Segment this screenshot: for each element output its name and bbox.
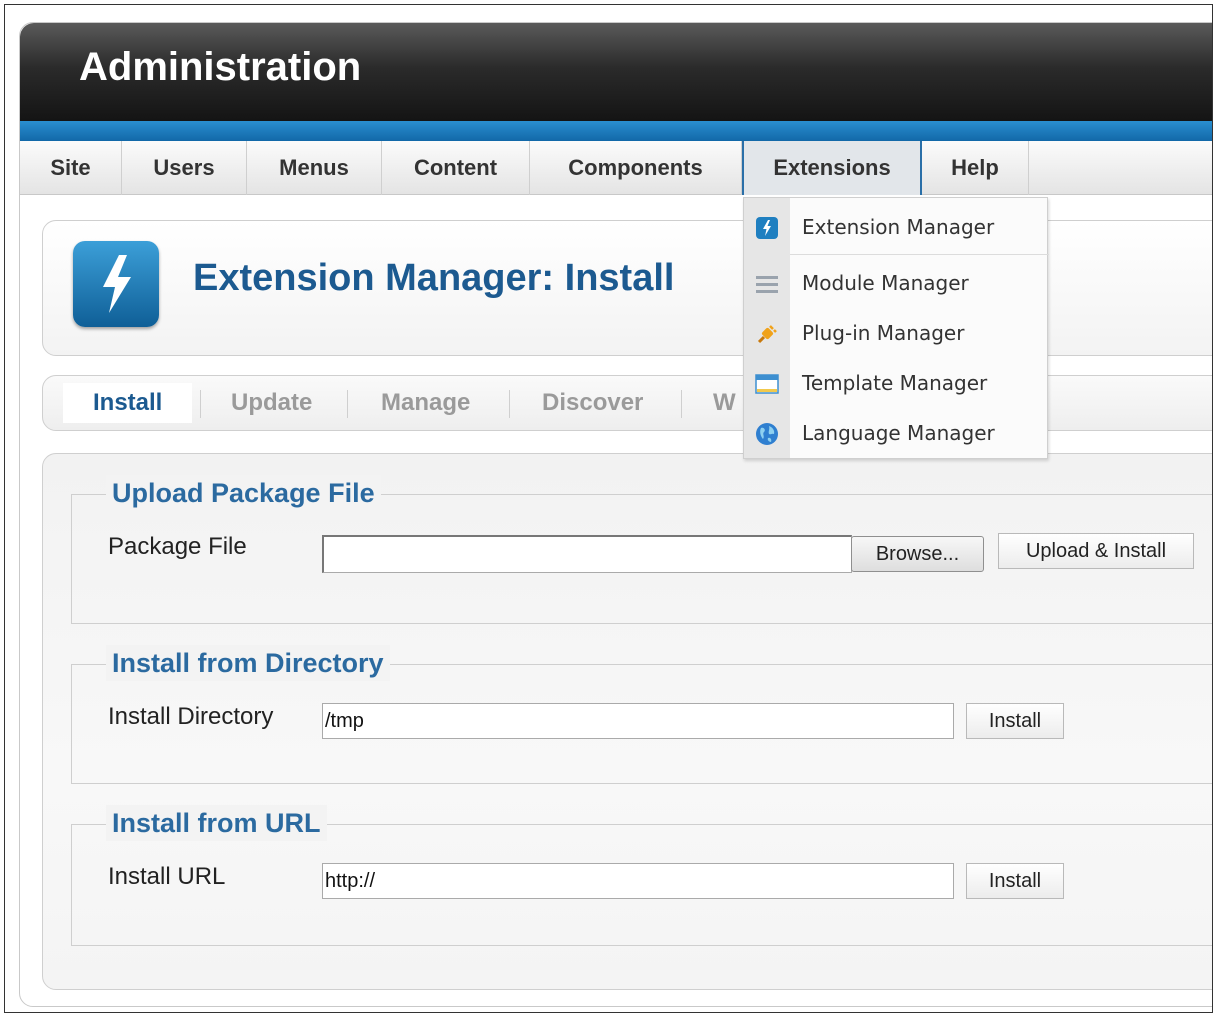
dropdown-item-extension-manager[interactable]: Extension Manager [744, 202, 1047, 252]
upload-install-button[interactable]: Upload & Install [998, 533, 1194, 569]
directory-legend: Install from Directory [106, 645, 390, 681]
upload-package-section: Upload Package File Package File Browse.… [71, 475, 1212, 624]
package-file-input[interactable] [322, 535, 852, 573]
header-title: Administration [79, 45, 362, 89]
tab-divider [681, 390, 682, 418]
globe-icon [755, 422, 779, 446]
admin-panel: Administration Site Users Menus Content … [19, 22, 1212, 1007]
menu-users[interactable]: Users [122, 141, 247, 195]
tab-install[interactable]: Install [63, 383, 193, 423]
install-url-button[interactable]: Install [966, 863, 1064, 899]
list-icon [755, 272, 779, 296]
install-content: Upload Package File Package File Browse.… [42, 453, 1212, 990]
install-directory-section: Install from Directory Install Directory… [71, 645, 1212, 784]
admin-header: Administration [20, 23, 1212, 121]
menu-components[interactable]: Components [530, 141, 742, 195]
package-file-label: Package File [108, 533, 247, 560]
menu-help[interactable]: Help [922, 141, 1029, 195]
menu-site[interactable]: Site [20, 141, 122, 195]
dropdown-label: Module Manager [802, 271, 969, 295]
install-url-section: Install from URL Install URL http:// Ins… [71, 805, 1212, 946]
window-icon [755, 372, 779, 396]
install-url-label: Install URL [108, 863, 226, 890]
tab-divider [200, 390, 201, 418]
dropdown-label: Template Manager [802, 371, 988, 395]
menu-menus[interactable]: Menus [247, 141, 382, 195]
tab-manage[interactable]: Manage [381, 383, 470, 423]
plug-icon [755, 322, 779, 346]
extensions-dropdown: Extension Manager Module Manager Plug-in… [743, 197, 1049, 459]
install-directory-input[interactable]: /tmp [322, 703, 954, 739]
tab-discover[interactable]: Discover [542, 383, 643, 423]
install-url-input[interactable]: http:// [322, 863, 954, 899]
tab-partial[interactable]: W [713, 383, 736, 423]
screenshot-frame: Administration Site Users Menus Content … [4, 4, 1213, 1013]
dropdown-item-language-manager[interactable]: Language Manager [744, 408, 1047, 458]
dropdown-label: Extension Manager [802, 215, 995, 239]
header-accent-bar [20, 121, 1212, 141]
menu-extensions[interactable]: Extensions [742, 141, 922, 195]
upload-legend: Upload Package File [106, 475, 381, 511]
dropdown-item-module-manager[interactable]: Module Manager [744, 258, 1047, 308]
browse-button[interactable]: Browse... [851, 536, 984, 572]
tab-divider [509, 390, 510, 418]
lightning-icon [755, 216, 779, 240]
dropdown-label: Language Manager [802, 421, 995, 445]
tab-update[interactable]: Update [231, 383, 312, 423]
lightning-icon [73, 241, 159, 327]
dropdown-item-template-manager[interactable]: Template Manager [744, 358, 1047, 408]
page-title: Extension Manager: Install [193, 257, 675, 299]
install-directory-button[interactable]: Install [966, 703, 1064, 739]
dropdown-label: Plug-in Manager [802, 321, 965, 345]
menu-content[interactable]: Content [382, 141, 530, 195]
dropdown-divider [790, 254, 1049, 255]
tab-divider [347, 390, 348, 418]
dropdown-item-plugin-manager[interactable]: Plug-in Manager [744, 308, 1047, 358]
main-menu: Site Users Menus Content Components Exte… [20, 141, 1212, 195]
install-directory-label: Install Directory [108, 703, 274, 730]
url-legend: Install from URL [106, 805, 327, 841]
